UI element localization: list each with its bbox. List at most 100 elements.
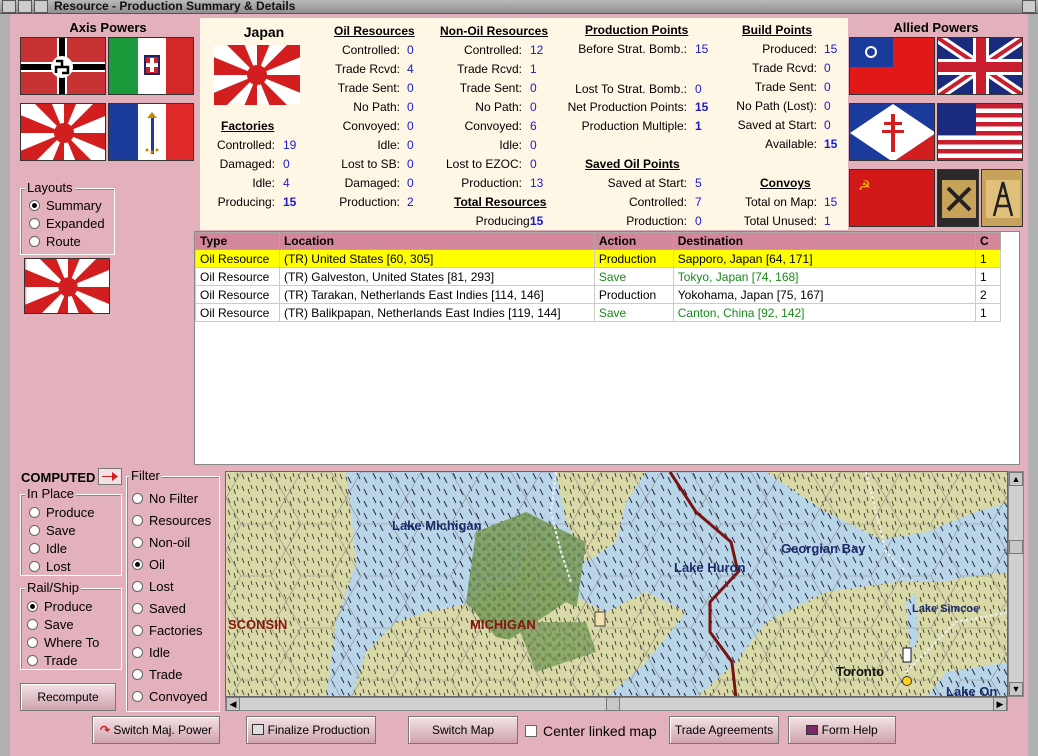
factories-row-value: 15 (283, 195, 297, 209)
title-bar[interactable]: Resource - Production Summary & Details (0, 0, 1038, 14)
table-row[interactable]: Oil Resource (TR) Galveston, United State… (195, 267, 1001, 286)
saved-oil-title: Saved Oil Points (585, 157, 680, 171)
ussr-flag[interactable]: ☭ (849, 169, 935, 227)
in-place-title: In Place (25, 486, 76, 501)
scroll-right-icon[interactable]: ▶ (993, 697, 1007, 711)
railship-save-radio[interactable]: Save (27, 617, 74, 632)
layout-summary-radio[interactable]: Summary (29, 198, 102, 213)
filter-option-radio[interactable]: No Filter (132, 491, 198, 506)
map-view[interactable]: Lake Michigan Lake Huron Georgian Bay La… (225, 471, 1008, 697)
table-cell-type: Oil Resource (195, 285, 280, 304)
china-flag[interactable] (849, 37, 935, 95)
table-cell-type: Oil Resource (195, 267, 280, 286)
italy-flag[interactable] (108, 37, 194, 95)
table-cell-c: 1 (975, 267, 1001, 286)
minimize-icon[interactable] (18, 0, 32, 13)
oil-row-label: Convoyed: (342, 119, 400, 133)
inplace-produce-radio[interactable]: Produce (29, 505, 94, 520)
switch-major-power-button[interactable]: ↷ Switch Maj. Power (92, 716, 220, 744)
mining-icon[interactable] (937, 169, 979, 227)
table-cell-action: Production (593, 285, 674, 304)
factories-row-value: 0 (283, 157, 290, 171)
total-resources-title: Total Resources (454, 195, 547, 209)
layout-expanded-radio[interactable]: Expanded (29, 216, 105, 231)
table-cell-c: 1 (975, 249, 1001, 268)
map-label-michigan: MICHIGAN (470, 617, 536, 632)
form-help-button[interactable]: Form Help (788, 716, 896, 744)
table-cell-destination: Tokyo, Japan [74, 168] (672, 267, 977, 286)
switch-map-button[interactable]: Switch Map (408, 716, 518, 744)
inplace-lost-radio[interactable]: Lost (29, 559, 71, 574)
filter-option-radio[interactable]: Idle (132, 645, 170, 660)
oil-derrick-icon[interactable] (981, 169, 1023, 227)
saved-oil-row-label: Controlled: (628, 195, 687, 209)
free-france-flag[interactable] (849, 103, 935, 161)
details-table[interactable]: Type Location Action Destination C Oil Resou… (194, 231, 1020, 465)
horizontal-scroll-thumb[interactable] (606, 697, 620, 711)
railship-produce-radio[interactable]: Produce (27, 599, 92, 614)
nonoil-row-value: 0 (530, 157, 537, 171)
oil-row-label: Damaged: (344, 176, 400, 190)
railship-where-to-radio[interactable]: Where To (27, 635, 99, 650)
system-menu-icon[interactable] (2, 0, 16, 13)
factories-row-value: 19 (283, 138, 297, 152)
computed-arrow-button[interactable] (98, 468, 122, 485)
map-horizontal-scrollbar[interactable]: ◀ ▶ (225, 697, 1008, 711)
table-cell-c: 1 (975, 303, 1001, 322)
railship-trade-radio[interactable]: Trade (27, 653, 77, 668)
build-points-row-value: 0 (824, 99, 831, 113)
nonoil-row-value: 0 (530, 138, 537, 152)
filter-option-radio[interactable]: Non-oil (132, 535, 190, 550)
filter-option-radio[interactable]: Resources (132, 513, 211, 528)
production-points-row-value: 15 (695, 42, 709, 56)
inplace-idle-radio[interactable]: Idle (29, 541, 67, 556)
close-icon[interactable] (1022, 0, 1036, 13)
oil-row-value: 0 (407, 138, 414, 152)
nonoil-row-value: 13 (530, 176, 544, 190)
column-header[interactable]: C (975, 232, 1001, 250)
column-header[interactable]: Action (593, 232, 674, 250)
filter-option-radio[interactable]: Convoyed (132, 689, 208, 704)
japan-navy-flag[interactable] (20, 103, 106, 161)
table-row[interactable]: Oil Resource (TR) Balikpapan, Netherlands… (195, 303, 1001, 322)
filter-option-radio[interactable]: Lost (132, 579, 174, 594)
finalize-production-button[interactable]: Finalize Production (246, 716, 376, 744)
recompute-button[interactable]: Recompute (20, 683, 116, 711)
scroll-left-icon[interactable]: ◀ (226, 697, 240, 711)
build-points-title: Build Points (742, 23, 812, 37)
scroll-up-icon[interactable]: ▲ (1009, 472, 1023, 486)
filter-option-radio[interactable]: Saved (132, 601, 186, 616)
scroll-down-icon[interactable]: ▼ (1009, 682, 1023, 696)
column-header[interactable]: Type (195, 232, 280, 250)
germany-flag[interactable] (20, 37, 106, 95)
nonoil-row-label: No Path: (475, 100, 522, 114)
table-row[interactable]: Oil Resource (TR) Tarakan, Netherlands Ea… (195, 285, 1001, 304)
nonoil-row-label: Controlled: (463, 43, 522, 57)
usa-flag[interactable] (937, 103, 1023, 161)
total-producing-value: 15 (530, 214, 544, 228)
column-header[interactable]: Destination (672, 232, 977, 250)
center-linked-map-checkbox[interactable] (525, 725, 537, 737)
table-cell-location: (TR) United States [60, 305] (278, 249, 595, 268)
filter-option-radio[interactable]: Trade (132, 667, 182, 682)
restore-icon[interactable] (34, 0, 48, 13)
table-row[interactable]: Oil Resource (TR) United States [60, 305]… (195, 249, 1001, 268)
production-points-title: Production Points (585, 23, 689, 37)
vichy-france-flag[interactable] (108, 103, 194, 161)
oil-row-value: 0 (407, 157, 414, 171)
map-vertical-scrollbar[interactable]: ▲ ▼ (1008, 471, 1024, 697)
layout-route-radio[interactable]: Route (29, 234, 81, 249)
filter-option-radio[interactable]: Oil (132, 557, 165, 572)
convoys-row-label: Total on Map: (744, 195, 817, 209)
build-points-row-label: Saved at Start: (737, 118, 817, 132)
inplace-save-radio[interactable]: Save (29, 523, 76, 538)
production-points-row-label: Production Multiple: (581, 119, 687, 133)
uk-flag[interactable] (937, 37, 1023, 95)
column-header[interactable]: Location (278, 232, 595, 250)
build-points-row-value: 0 (824, 80, 831, 94)
filter-option-radio[interactable]: Factories (132, 623, 202, 638)
trade-agreements-button[interactable]: Trade Agreements (669, 716, 779, 744)
oil-row-label: Production: (339, 195, 400, 209)
table-cell-action: Production (593, 249, 674, 268)
vertical-scroll-thumb[interactable] (1009, 540, 1023, 554)
